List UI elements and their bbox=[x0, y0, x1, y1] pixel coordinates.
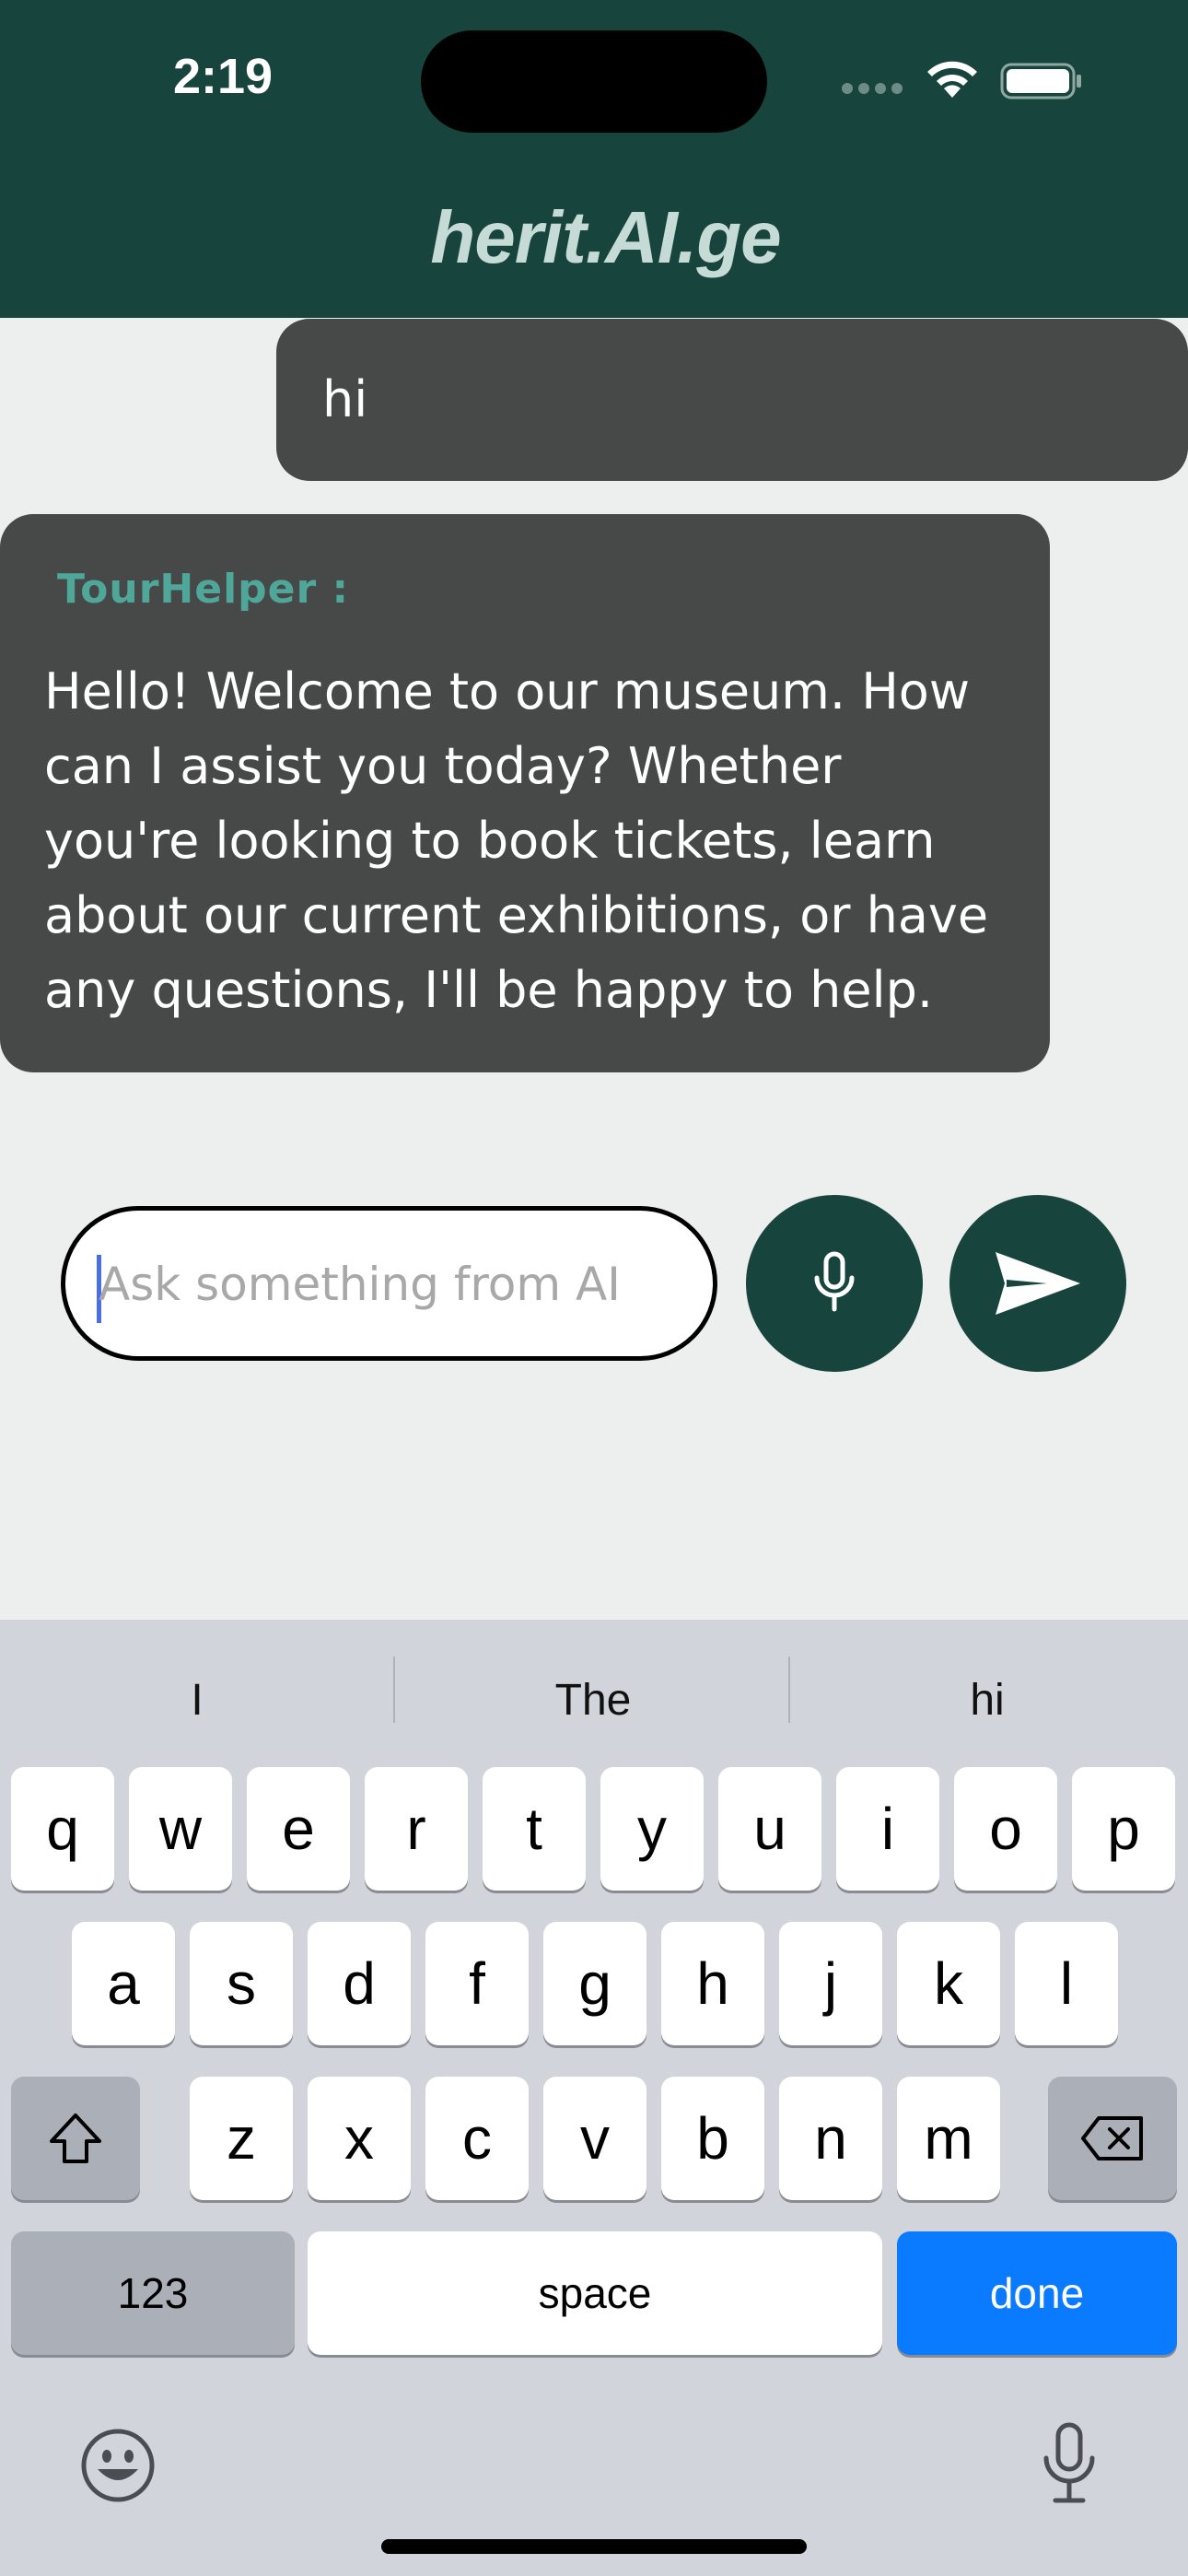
key-f[interactable]: f bbox=[425, 1922, 529, 2045]
bot-message-line: Hello! Welcome to our museum. How bbox=[44, 662, 971, 720]
key-c[interactable]: c bbox=[425, 2077, 529, 2200]
key-q[interactable]: q bbox=[11, 1767, 114, 1891]
send-icon bbox=[996, 1252, 1080, 1315]
key-w[interactable]: w bbox=[129, 1767, 232, 1891]
voice-input-button[interactable] bbox=[746, 1195, 923, 1372]
key-l[interactable]: l bbox=[1015, 1922, 1118, 2045]
bot-message-line: you're looking to book tickets, learn bbox=[44, 812, 936, 870]
backspace-key[interactable] bbox=[1048, 2077, 1177, 2200]
key-u[interactable]: u bbox=[718, 1767, 821, 1891]
key-g[interactable]: g bbox=[543, 1922, 646, 2045]
dynamic-island bbox=[421, 30, 767, 133]
battery-icon bbox=[1000, 63, 1081, 100]
key-z[interactable]: z bbox=[190, 2077, 293, 2200]
key-o[interactable]: o bbox=[954, 1767, 1057, 1891]
user-message-text: hi bbox=[322, 370, 368, 428]
bot-message-line: can I assist you today? Whether bbox=[44, 737, 842, 795]
key-k[interactable]: k bbox=[897, 1922, 1000, 2045]
key-i[interactable]: i bbox=[836, 1767, 939, 1891]
suggestion-2[interactable]: The bbox=[396, 1675, 790, 1726]
key-d[interactable]: d bbox=[308, 1922, 411, 2045]
suggestion-divider bbox=[393, 1657, 395, 1723]
app-header: 2:19 herit.AI.ge bbox=[0, 0, 1188, 318]
emoji-icon[interactable] bbox=[79, 2427, 157, 2504]
shift-key[interactable] bbox=[11, 2077, 140, 2200]
backspace-icon bbox=[1081, 2116, 1143, 2160]
bot-message-bubble: TourHelper : Hello! Welcome to our museu… bbox=[0, 514, 1050, 1072]
bot-sender-label: TourHelper : bbox=[57, 566, 350, 613]
bot-message-line: about our current exhibitions, or have bbox=[44, 886, 989, 944]
send-button[interactable] bbox=[949, 1195, 1126, 1372]
key-n[interactable]: n bbox=[779, 2077, 882, 2200]
key-s[interactable]: s bbox=[190, 1922, 293, 2045]
wifi-icon bbox=[927, 61, 977, 98]
key-p[interactable]: p bbox=[1072, 1767, 1175, 1891]
space-key[interactable]: space bbox=[308, 2231, 882, 2355]
bot-message-line: any questions, I'll be happy to help. bbox=[44, 961, 934, 1019]
key-t[interactable]: t bbox=[483, 1767, 586, 1891]
message-input[interactable] bbox=[99, 1238, 688, 1330]
bot-message-text: Hello! Welcome to our museum. How can I … bbox=[44, 654, 1039, 1027]
key-y[interactable]: y bbox=[600, 1767, 704, 1891]
message-input-container[interactable] bbox=[61, 1206, 717, 1361]
home-indicator[interactable] bbox=[381, 2539, 807, 2554]
suggestion-1[interactable]: I bbox=[0, 1675, 394, 1726]
onscreen-keyboard: I The hi q w e r t y u i o p a s d f g h… bbox=[0, 1620, 1188, 2576]
dictation-microphone-icon[interactable] bbox=[1041, 2421, 1098, 2506]
key-h[interactable]: h bbox=[661, 1922, 764, 2045]
suggestion-3[interactable]: hi bbox=[790, 1675, 1184, 1726]
cellular-signal-icon bbox=[842, 83, 904, 96]
key-x[interactable]: x bbox=[308, 2077, 411, 2200]
microphone-icon bbox=[814, 1251, 855, 1312]
user-message-bubble: hi bbox=[276, 319, 1188, 481]
key-j[interactable]: j bbox=[779, 1922, 882, 2045]
key-e[interactable]: e bbox=[247, 1767, 350, 1891]
key-v[interactable]: v bbox=[543, 2077, 646, 2200]
key-m[interactable]: m bbox=[897, 2077, 1000, 2200]
key-a[interactable]: a bbox=[72, 1922, 175, 2045]
numbers-key[interactable]: 123 bbox=[11, 2231, 295, 2355]
app-title: herit.AI.ge bbox=[430, 196, 781, 278]
status-time: 2:19 bbox=[173, 49, 274, 104]
done-key[interactable]: done bbox=[897, 2231, 1177, 2355]
key-r[interactable]: r bbox=[365, 1767, 468, 1891]
shift-icon bbox=[50, 2113, 101, 2163]
key-b[interactable]: b bbox=[661, 2077, 764, 2200]
